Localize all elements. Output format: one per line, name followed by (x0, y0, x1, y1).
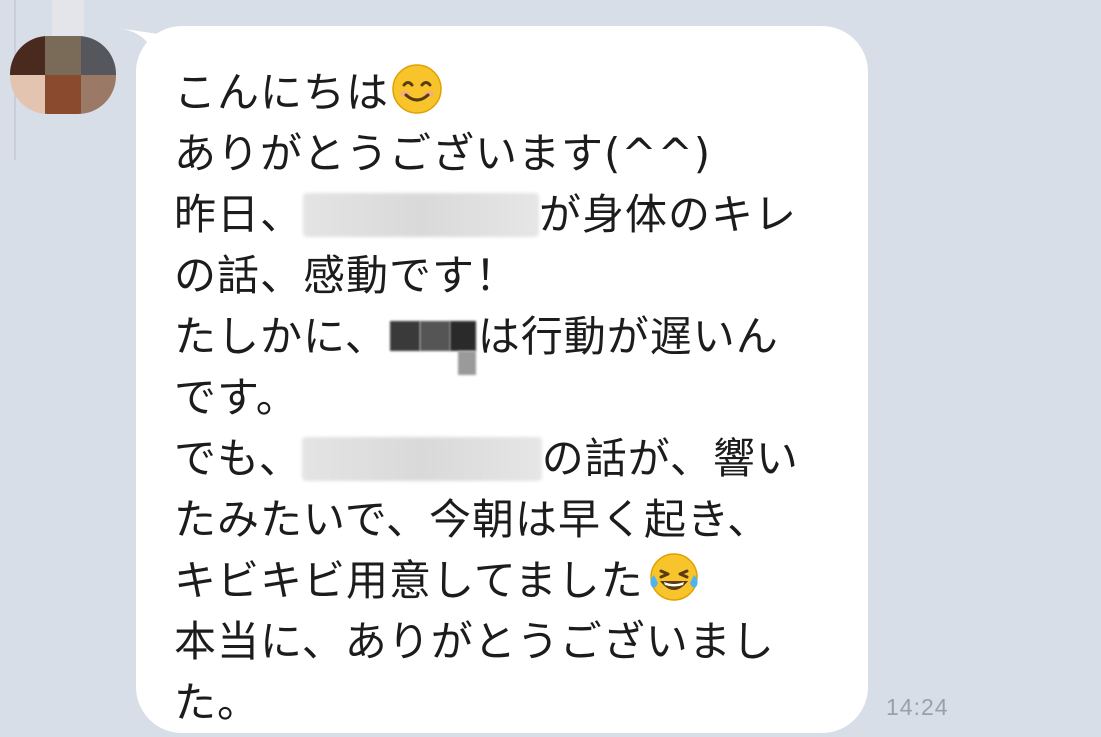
message-timestamp: 14:24 (886, 694, 949, 720)
message-line: 昨日、 が身体のキレ (174, 184, 854, 245)
message-line: の話、感動です！ (174, 251, 519, 300)
message-fragment: の話が、響い (541, 434, 799, 483)
message-line: こんにちは (174, 62, 854, 123)
message-line: たしかに、 は行動が遅いん (174, 306, 854, 375)
message-fragment: は行動が遅いん (477, 312, 779, 361)
message-text: こんにちは ありがとうございます(^^) 昨日、 が身体のキレ の話、感動です！ … (174, 62, 854, 733)
greeting-text: こんにちは (174, 68, 390, 117)
tears-of-joy-emoji-icon (649, 553, 698, 601)
message-fragment: でも、 (174, 434, 302, 483)
blurred-name (388, 319, 478, 375)
chat-area: こんにちは ありがとうございます(^^) 昨日、 が身体のキレ の話、感動です！ … (0, 0, 1101, 737)
blurred-name (301, 437, 542, 481)
message-line: た。 (174, 678, 261, 727)
smiling-face-emoji-icon (392, 64, 442, 114)
message-line: 本当に、ありがとうございまし (174, 617, 775, 666)
message-line: でも、 の話が、響い (174, 428, 854, 489)
message-line: キビキビ用意してました (174, 550, 854, 611)
avatar[interactable] (10, 36, 116, 114)
message-fragment: が身体のキレ (539, 190, 798, 239)
message-fragment: キビキビ用意してました (174, 556, 644, 605)
blurred-name (303, 193, 540, 237)
message-line: ありがとうございます(^^) (174, 129, 712, 178)
message-fragment: 昨日、 (174, 190, 304, 239)
message-line: です。 (174, 373, 299, 422)
avatar-blur-fragment (52, 0, 84, 36)
message-line: たみたいで、今朝は早く起き、 (174, 495, 771, 544)
message-fragment: たしかに、 (174, 312, 388, 361)
